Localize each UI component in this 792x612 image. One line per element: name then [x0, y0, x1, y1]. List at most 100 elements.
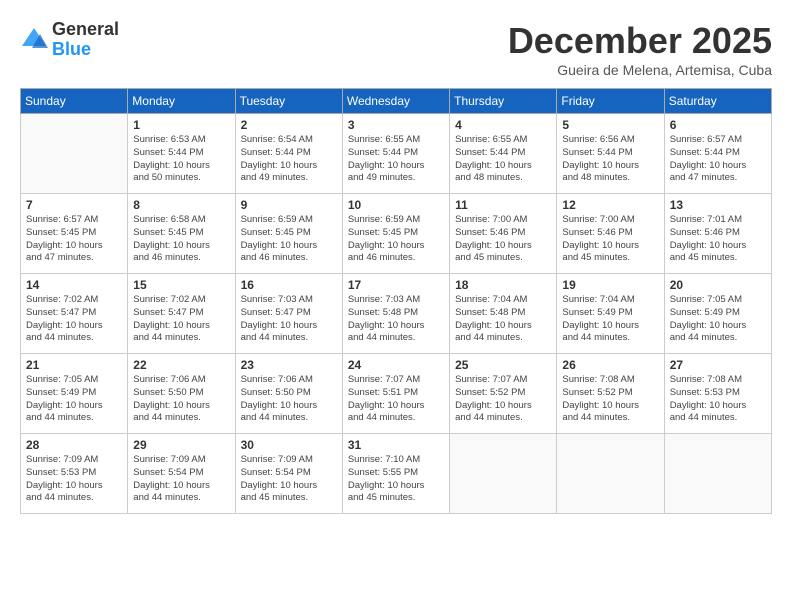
day-number: 4 — [455, 118, 551, 132]
day-info: Sunrise: 7:08 AMSunset: 5:52 PMDaylight:… — [562, 374, 658, 425]
day-number: 7 — [26, 198, 122, 212]
weekday-header: Thursday — [450, 89, 557, 114]
calendar-week-row: 21Sunrise: 7:05 AMSunset: 5:49 PMDayligh… — [21, 354, 772, 434]
calendar-day-cell — [21, 114, 128, 194]
weekday-header: Friday — [557, 89, 664, 114]
day-info: Sunrise: 7:04 AMSunset: 5:49 PMDaylight:… — [562, 294, 658, 345]
day-number: 26 — [562, 358, 658, 372]
calendar-day-cell: 5Sunrise: 6:56 AMSunset: 5:44 PMDaylight… — [557, 114, 664, 194]
day-number: 19 — [562, 278, 658, 292]
day-number: 2 — [241, 118, 337, 132]
day-number: 25 — [455, 358, 551, 372]
day-info: Sunrise: 6:58 AMSunset: 5:45 PMDaylight:… — [133, 214, 229, 265]
day-number: 12 — [562, 198, 658, 212]
calendar-day-cell: 1Sunrise: 6:53 AMSunset: 5:44 PMDaylight… — [128, 114, 235, 194]
calendar-day-cell: 12 Sunrise: 7:00 AMSunset: 5:46 PMDayligh… — [557, 194, 664, 274]
day-number: 18 — [455, 278, 551, 292]
calendar-day-cell: 20 Sunrise: 7:05 AMSunset: 5:49 PMDayligh… — [664, 274, 771, 354]
day-info: Sunrise: 7:09 AMSunset: 5:54 PMDaylight:… — [241, 454, 337, 505]
day-info: Sunrise: 6:57 AMSunset: 5:44 PMDaylight:… — [670, 134, 766, 185]
logo-icon — [20, 26, 48, 54]
day-info: Sunrise: 7:03 AMSunset: 5:48 PMDaylight:… — [348, 294, 444, 345]
day-number: 11 — [455, 198, 551, 212]
calendar-day-cell: 17 Sunrise: 7:03 AMSunset: 5:48 PMDayligh… — [342, 274, 449, 354]
calendar-day-cell: 15 Sunrise: 7:02 AMSunset: 5:47 PMDayligh… — [128, 274, 235, 354]
day-info: Sunrise: 7:07 AMSunset: 5:52 PMDaylight:… — [455, 374, 551, 425]
day-info: Sunrise: 7:07 AMSunset: 5:51 PMDaylight:… — [348, 374, 444, 425]
weekday-header: Wednesday — [342, 89, 449, 114]
day-info: Sunrise: 7:10 AMSunset: 5:55 PMDaylight:… — [348, 454, 444, 505]
calendar-day-cell: 3 Sunrise: 6:55 AMSunset: 5:44 PMDaylight… — [342, 114, 449, 194]
day-info: Sunrise: 7:08 AMSunset: 5:53 PMDaylight:… — [670, 374, 766, 425]
calendar-day-cell: 18 Sunrise: 7:04 AMSunset: 5:48 PMDayligh… — [450, 274, 557, 354]
calendar-day-cell: 7 Sunrise: 6:57 AMSunset: 5:45 PMDaylight… — [21, 194, 128, 274]
day-info: Sunrise: 7:02 AMSunset: 5:47 PMDaylight:… — [133, 294, 229, 345]
day-info: Sunrise: 7:09 AMSunset: 5:54 PMDaylight:… — [133, 454, 229, 505]
day-info: Sunrise: 6:55 AMSunset: 5:44 PMDaylight:… — [348, 134, 444, 185]
calendar-day-cell: 23 Sunrise: 7:06 AMSunset: 5:50 PMDayligh… — [235, 354, 342, 434]
day-number: 24 — [348, 358, 444, 372]
calendar-week-row: 1Sunrise: 6:53 AMSunset: 5:44 PMDaylight… — [21, 114, 772, 194]
page-header: General Blue December 2025 Gueira de Mel… — [20, 20, 772, 78]
day-info: Sunrise: 7:05 AMSunset: 5:49 PMDaylight:… — [670, 294, 766, 345]
calendar-day-cell: 4 Sunrise: 6:55 AMSunset: 5:44 PMDaylight… — [450, 114, 557, 194]
day-number: 9 — [241, 198, 337, 212]
weekday-header: Sunday — [21, 89, 128, 114]
logo-general-text: General — [52, 20, 119, 40]
calendar-day-cell: 25 Sunrise: 7:07 AMSunset: 5:52 PMDayligh… — [450, 354, 557, 434]
day-info: Sunrise: 7:04 AMSunset: 5:48 PMDaylight:… — [455, 294, 551, 345]
calendar-day-cell: 14Sunrise: 7:02 AMSunset: 5:47 PMDayligh… — [21, 274, 128, 354]
calendar-day-cell: 30 Sunrise: 7:09 AMSunset: 5:54 PMDayligh… — [235, 434, 342, 514]
calendar-day-cell: 19 Sunrise: 7:04 AMSunset: 5:49 PMDayligh… — [557, 274, 664, 354]
calendar-day-cell: 13Sunrise: 7:01 AMSunset: 5:46 PMDayligh… — [664, 194, 771, 274]
day-number: 28 — [26, 438, 122, 452]
calendar-day-cell: 10Sunrise: 6:59 AMSunset: 5:45 PMDayligh… — [342, 194, 449, 274]
day-info: Sunrise: 7:09 AMSunset: 5:53 PMDaylight:… — [26, 454, 122, 505]
day-info: Sunrise: 6:59 AMSunset: 5:45 PMDaylight:… — [241, 214, 337, 265]
day-number: 29 — [133, 438, 229, 452]
day-info: Sunrise: 7:05 AMSunset: 5:49 PMDaylight:… — [26, 374, 122, 425]
day-number: 31 — [348, 438, 444, 452]
calendar-day-cell — [664, 434, 771, 514]
day-number: 17 — [348, 278, 444, 292]
day-info: Sunrise: 7:03 AMSunset: 5:47 PMDaylight:… — [241, 294, 337, 345]
day-number: 6 — [670, 118, 766, 132]
calendar-day-cell: 22 Sunrise: 7:06 AMSunset: 5:50 PMDayligh… — [128, 354, 235, 434]
day-info: Sunrise: 6:55 AMSunset: 5:44 PMDaylight:… — [455, 134, 551, 185]
title-block: December 2025 Gueira de Melena, Artemisa… — [508, 20, 772, 78]
calendar-day-cell: 16Sunrise: 7:03 AMSunset: 5:47 PMDayligh… — [235, 274, 342, 354]
day-info: Sunrise: 7:00 AMSunset: 5:46 PMDaylight:… — [455, 214, 551, 265]
logo-text: General Blue — [52, 20, 119, 60]
day-number: 30 — [241, 438, 337, 452]
calendar-table: SundayMondayTuesdayWednesdayThursdayFrid… — [20, 88, 772, 514]
day-number: 5 — [562, 118, 658, 132]
calendar-day-cell: 9 Sunrise: 6:59 AMSunset: 5:45 PMDaylight… — [235, 194, 342, 274]
calendar-header-row: SundayMondayTuesdayWednesdayThursdayFrid… — [21, 89, 772, 114]
day-number: 20 — [670, 278, 766, 292]
day-info: Sunrise: 7:06 AMSunset: 5:50 PMDaylight:… — [241, 374, 337, 425]
day-info: Sunrise: 7:06 AMSunset: 5:50 PMDaylight:… — [133, 374, 229, 425]
weekday-header: Monday — [128, 89, 235, 114]
day-number: 8 — [133, 198, 229, 212]
day-number: 3 — [348, 118, 444, 132]
month-title: December 2025 — [508, 20, 772, 62]
calendar-day-cell: 31 Sunrise: 7:10 AMSunset: 5:55 PMDayligh… — [342, 434, 449, 514]
calendar-day-cell — [557, 434, 664, 514]
calendar-day-cell: 21Sunrise: 7:05 AMSunset: 5:49 PMDayligh… — [21, 354, 128, 434]
day-number: 15 — [133, 278, 229, 292]
day-info: Sunrise: 6:57 AMSunset: 5:45 PMDaylight:… — [26, 214, 122, 265]
calendar-day-cell: 6 Sunrise: 6:57 AMSunset: 5:44 PMDaylight… — [664, 114, 771, 194]
day-number: 13 — [670, 198, 766, 212]
day-number: 22 — [133, 358, 229, 372]
day-number: 1 — [133, 118, 229, 132]
day-info: Sunrise: 7:00 AMSunset: 5:46 PMDaylight:… — [562, 214, 658, 265]
calendar-week-row: 28 Sunrise: 7:09 AMSunset: 5:53 PMDayligh… — [21, 434, 772, 514]
day-number: 23 — [241, 358, 337, 372]
calendar-day-cell: 8 Sunrise: 6:58 AMSunset: 5:45 PMDaylight… — [128, 194, 235, 274]
logo-blue-text: Blue — [52, 40, 119, 60]
calendar-day-cell: 26 Sunrise: 7:08 AMSunset: 5:52 PMDayligh… — [557, 354, 664, 434]
calendar-week-row: 14Sunrise: 7:02 AMSunset: 5:47 PMDayligh… — [21, 274, 772, 354]
weekday-header: Saturday — [664, 89, 771, 114]
calendar-day-cell — [450, 434, 557, 514]
calendar-day-cell: 24 Sunrise: 7:07 AMSunset: 5:51 PMDayligh… — [342, 354, 449, 434]
